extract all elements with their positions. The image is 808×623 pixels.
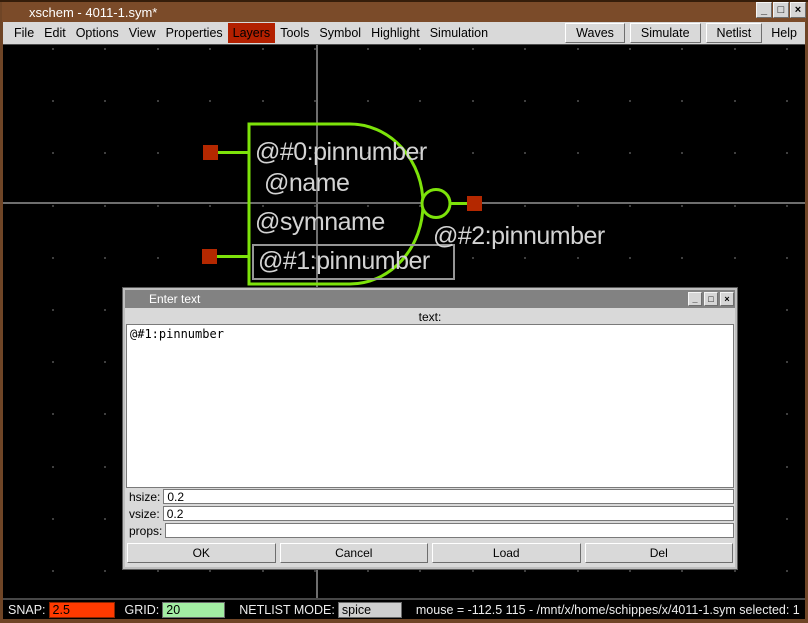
hsize-row: hsize: [125,488,735,505]
dialog-buttons: OK Cancel Load Del [125,539,735,563]
snap-value-field[interactable]: 2.5 [49,602,115,618]
pin-square-b[interactable] [202,249,217,264]
dialog-window-controls: _ □ × [688,292,734,306]
netlist-mode-field[interactable]: spice [338,602,402,618]
xschem-window: xschem - 4011-1.sym* _ □ × File Edit Opt… [0,0,808,623]
menu-help[interactable]: Help [767,23,805,43]
vsize-input[interactable] [163,506,734,521]
text-field-label: text: [125,308,735,324]
menu-simulation[interactable]: Simulation [425,23,493,43]
text-selection-box [252,244,455,280]
menu-symbol[interactable]: Symbol [314,23,366,43]
label-name[interactable]: @name [264,170,349,198]
label-symname[interactable]: @symname [255,209,385,237]
menu-tools[interactable]: Tools [275,23,314,43]
menubar: File Edit Options View Properties Layers… [3,22,805,45]
dialog-maximize-icon[interactable]: □ [704,292,718,306]
vsize-label: vsize: [129,507,160,521]
dialog-titlebar[interactable]: Enter text _ □ × [125,290,735,308]
snap-label: SNAP: [8,603,46,617]
props-label: props: [129,524,162,538]
pin-square-out[interactable] [467,196,482,211]
window-controls: _ □ × [756,2,806,18]
grid-value-field[interactable]: 20 [162,602,225,618]
props-input[interactable] [165,523,734,538]
menu-layers[interactable]: Layers [228,23,276,43]
maximize-icon[interactable]: □ [773,2,789,18]
window-title: xschem - 4011-1.sym* [29,5,157,20]
grid-label: GRID: [125,603,160,617]
dialog-minimize-icon[interactable]: _ [688,292,702,306]
cancel-button[interactable]: Cancel [280,543,429,563]
hsize-label: hsize: [129,490,160,504]
netlist-mode-label: NETLIST MODE: [239,603,335,617]
vsize-row: vsize: [125,505,735,522]
del-button[interactable]: Del [585,543,734,563]
text-input-area[interactable]: @#1:pinnumber [126,324,734,488]
close-icon[interactable]: × [790,2,806,18]
dialog-title: Enter text [149,292,200,306]
menubar-right: Waves Simulate Netlist Help [565,23,805,43]
menu-properties[interactable]: Properties [161,23,228,43]
canvas[interactable]: @#0:pinnumber @name @symname @#1:pinnumb… [3,45,805,598]
inversion-bubble[interactable] [422,190,450,218]
menu-highlight[interactable]: Highlight [366,23,425,43]
titlebar[interactable]: xschem - 4011-1.sym* [2,2,806,22]
waves-button[interactable]: Waves [565,23,625,43]
menu-options[interactable]: Options [71,23,124,43]
props-row: props: [125,522,735,539]
menu-edit[interactable]: Edit [39,23,71,43]
menu-file[interactable]: File [9,23,39,43]
label-pin2-pinnumber[interactable]: @#2:pinnumber [433,223,605,251]
mouse-status-text: mouse = -112.5 115 - /mnt/x/home/schippe… [416,603,800,617]
menu-view[interactable]: View [124,23,161,43]
dialog-close-icon[interactable]: × [720,292,734,306]
load-button[interactable]: Load [432,543,581,563]
hsize-input[interactable] [163,489,734,504]
label-pin0-pinnumber[interactable]: @#0:pinnumber [255,139,427,167]
enter-text-dialog: Enter text _ □ × text: @#1:pinnumber hsi… [123,288,737,569]
statusbar: SNAP: 2.5 GRID: 20 NETLIST MODE: spice m… [3,598,805,619]
pin-square-a[interactable] [203,145,218,160]
netlist-button[interactable]: Netlist [706,23,763,43]
ok-button[interactable]: OK [127,543,276,563]
simulate-button[interactable]: Simulate [630,23,701,43]
minimize-icon[interactable]: _ [756,2,772,18]
